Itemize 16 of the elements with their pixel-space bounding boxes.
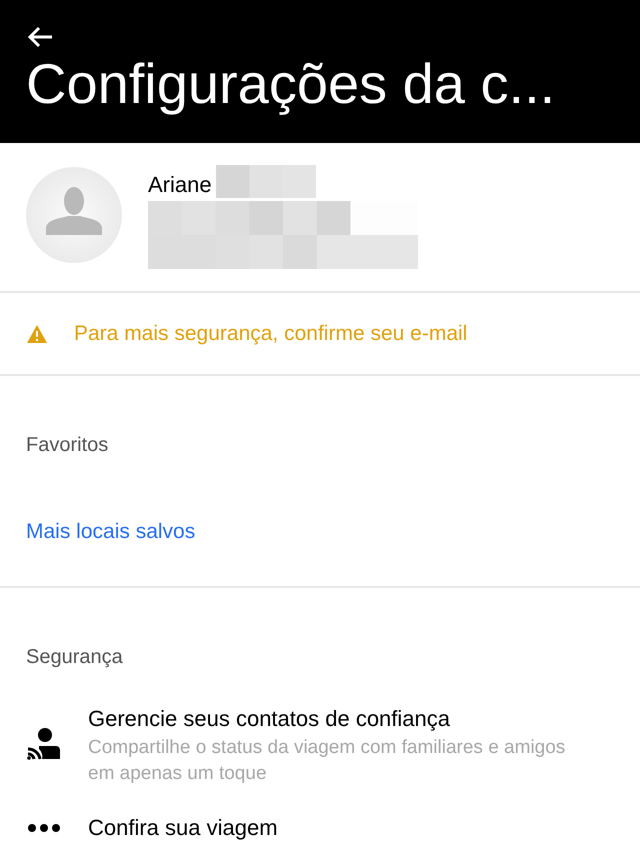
person-signal-icon <box>26 726 62 762</box>
settings-item[interactable]: Gerencie seus contatos de confiança Compartilhe o status da viagem com familiares e amigos em apenas um toque <box>26 702 614 787</box>
saved-places-link[interactable]: Mais locais salvos <box>26 516 196 548</box>
warning-text: Para mais segurança, confirme seu e-mail <box>74 320 468 347</box>
item-title: Confira sua viagem <box>88 814 278 842</box>
dots-icon <box>27 822 61 832</box>
item-subtitle: Compartilhe o status da viagem com familiares e amigos em apenas um toque <box>88 736 566 786</box>
item-title: Gerencie seus contatos de confiança <box>88 705 452 733</box>
person-icon <box>46 187 102 235</box>
back-icon <box>26 25 54 49</box>
section-heading: Favoritos <box>26 433 110 458</box>
profile-name: Ariane <box>148 170 212 198</box>
settings-item[interactable]: Confira sua viagem <box>26 811 614 844</box>
page-title: Configurações da c... <box>26 52 556 116</box>
section-heading: Segurança <box>26 645 124 670</box>
warning-icon <box>26 324 48 344</box>
